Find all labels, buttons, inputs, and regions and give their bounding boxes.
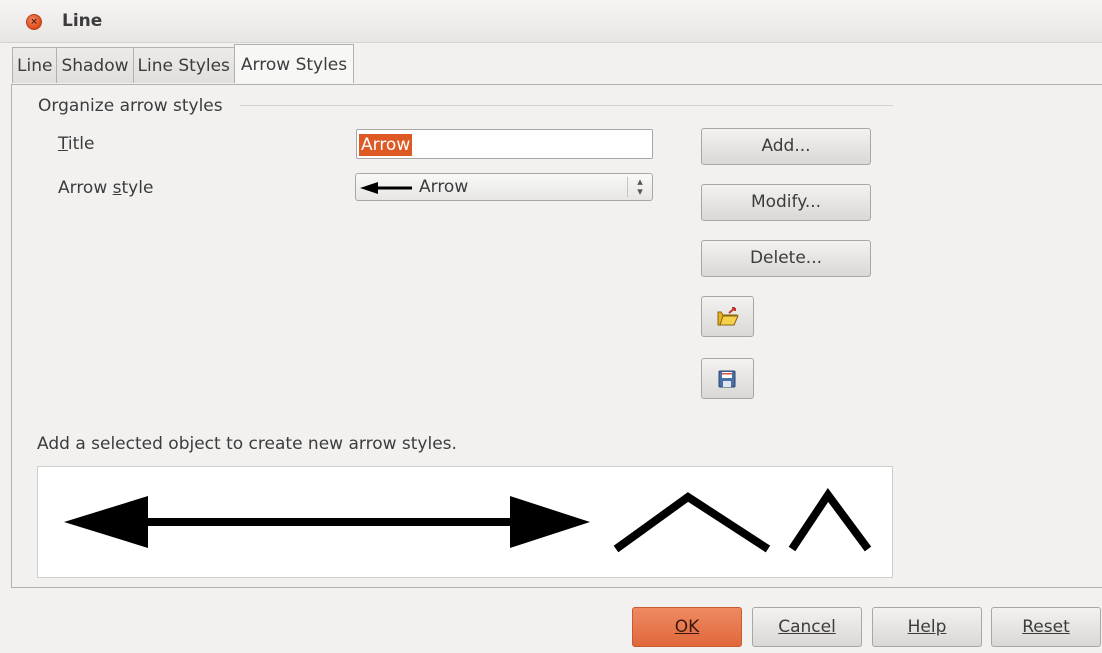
arrow-style-select-value: Arrow — [419, 177, 469, 197]
cancel-button-label: Cancel — [778, 617, 836, 637]
add-button[interactable]: Add... — [701, 128, 871, 165]
save-arrow-styles-button[interactable] — [701, 358, 754, 399]
tab-arrow-styles[interactable]: Arrow Styles — [233, 44, 355, 83]
arrow-style-label-a: Arrow — [58, 178, 113, 198]
spin-arrows-icon: ▴ ▾ — [627, 176, 652, 197]
tab-shadow[interactable]: Shadow — [56, 47, 134, 83]
title-label-mnemonic: T — [58, 134, 68, 154]
help-button[interactable]: Help — [872, 607, 982, 647]
arrow-styles-preview — [64, 488, 872, 553]
title-input[interactable]: Arrow — [356, 129, 653, 159]
arrow-style-label-mnemonic: s — [112, 178, 122, 198]
window-title: Line — [62, 11, 103, 31]
arrow-style-preview-icon — [360, 182, 412, 194]
title-bar: × Line — [0, 0, 1102, 43]
narrow-chevron-icon — [788, 488, 872, 552]
save-disk-icon — [718, 370, 736, 388]
tab-line-styles[interactable]: Line Styles — [132, 47, 235, 83]
open-folder-icon — [717, 307, 739, 326]
arrow-shaft — [143, 518, 515, 526]
tab-line[interactable]: Line — [12, 47, 58, 83]
modify-button[interactable]: Modify... — [701, 184, 871, 221]
reset-button[interactable]: Reset — [991, 607, 1101, 647]
load-arrow-styles-button[interactable] — [701, 296, 754, 337]
arrow-preview-area — [37, 466, 893, 578]
help-button-label: Help — [907, 617, 947, 637]
arrow-style-label: Arrow style — [58, 178, 153, 198]
hint-text: Add a selected object to create new arro… — [37, 434, 457, 454]
title-label-rest: itle — [67, 134, 95, 154]
ok-button-label: OK — [674, 617, 700, 637]
delete-button[interactable]: Delete... — [701, 240, 871, 277]
reset-button-label: Reset — [1022, 617, 1070, 637]
title-label: Title — [58, 134, 94, 154]
arrow-right-head-icon — [510, 496, 590, 548]
title-input-value: Arrow — [359, 134, 413, 156]
arrow-style-label-b: tyle — [121, 178, 154, 198]
ok-button[interactable]: OK — [632, 607, 742, 647]
close-icon[interactable]: × — [26, 14, 42, 30]
arrow-style-select[interactable]: Arrow ▴ ▾ — [355, 173, 653, 201]
wide-chevron-icon — [613, 492, 771, 553]
tab-bar: Line Shadow Line Styles Arrow Styles — [12, 44, 355, 85]
group-label-organize: Organize arrow styles — [38, 96, 223, 116]
cancel-button[interactable]: Cancel — [752, 607, 862, 647]
group-divider — [240, 105, 893, 106]
arrow-left-head-icon — [64, 496, 148, 548]
